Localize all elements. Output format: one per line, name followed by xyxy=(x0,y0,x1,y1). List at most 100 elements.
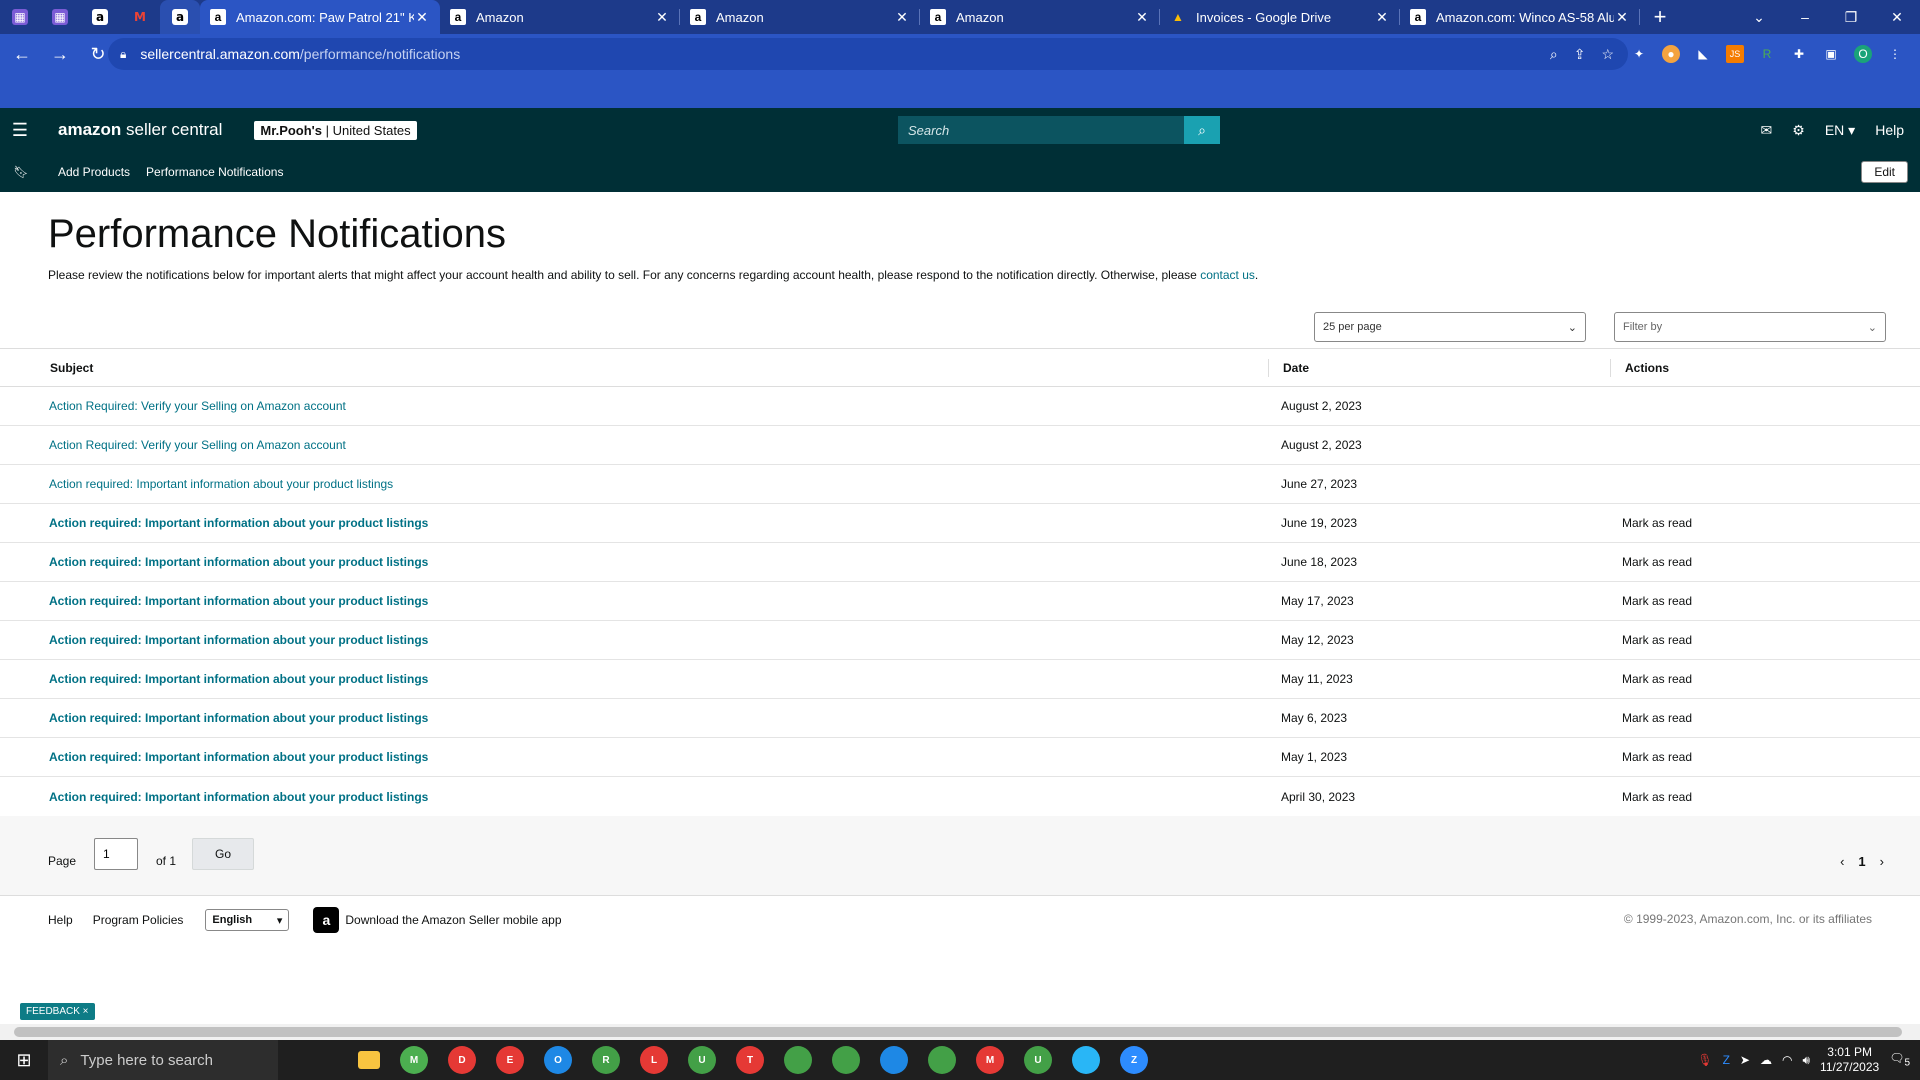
close-icon[interactable]: ✕ xyxy=(894,9,910,26)
notification-subject-link[interactable]: Action Required: Verify your Selling on … xyxy=(0,399,1268,413)
browser-tab[interactable]: a Amazon ✕ xyxy=(440,0,680,34)
mark-as-read-link[interactable]: Mark as read xyxy=(1610,790,1920,804)
extension-icon[interactable]: JS xyxy=(1726,45,1744,63)
search-button[interactable]: ⌕ xyxy=(1184,116,1220,144)
notification-subject-link[interactable]: Action required: Important information a… xyxy=(0,750,1268,764)
telegram-tray-icon[interactable]: ➤ xyxy=(1740,1053,1750,1067)
mark-as-read-link[interactable]: Mark as read xyxy=(1610,594,1920,608)
close-icon[interactable]: ✕ xyxy=(1134,9,1150,26)
taskbar-app-icon[interactable] xyxy=(1072,1046,1100,1074)
volume-icon[interactable]: 🔊︎ xyxy=(1802,1053,1810,1068)
close-window-button[interactable]: ✕ xyxy=(1874,9,1920,26)
taskbar-app-icon[interactable]: R xyxy=(592,1046,620,1074)
go-button[interactable]: Go xyxy=(192,838,254,870)
pinned-tab[interactable]: a xyxy=(160,0,200,34)
taskbar-app-icon[interactable]: D xyxy=(448,1046,476,1074)
notification-subject-link[interactable]: Action required: Important information a… xyxy=(0,790,1268,804)
mark-as-read-link[interactable]: Mark as read xyxy=(1610,750,1920,764)
taskbar-app-icon[interactable]: O xyxy=(544,1046,572,1074)
close-icon[interactable]: ✕ xyxy=(414,9,430,26)
edit-button[interactable]: Edit xyxy=(1861,161,1908,183)
taskbar-app-icon[interactable] xyxy=(832,1046,860,1074)
restore-button[interactable]: ❐ xyxy=(1828,9,1874,26)
language-selector[interactable]: EN ▾ xyxy=(1825,122,1855,139)
hamburger-menu-icon[interactable]: ☰ xyxy=(0,120,40,141)
bookmark-star-icon[interactable]: ☆ xyxy=(1601,46,1614,63)
file-explorer-icon[interactable] xyxy=(358,1051,380,1069)
extension-icon[interactable]: ● xyxy=(1662,45,1680,63)
forward-button[interactable]: → xyxy=(44,38,76,70)
current-page[interactable]: 1 xyxy=(1858,854,1865,869)
mark-as-read-link[interactable]: Mark as read xyxy=(1610,633,1920,647)
extension-icon[interactable]: R xyxy=(1758,45,1776,63)
share-icon[interactable]: ⇪ xyxy=(1574,46,1586,63)
taskbar-app-icon[interactable] xyxy=(928,1046,956,1074)
extension-icon[interactable]: ✦ xyxy=(1630,45,1648,63)
wifi-icon[interactable]: ◠ xyxy=(1782,1053,1792,1067)
taskbar-app-icon[interactable]: T xyxy=(736,1046,764,1074)
taskbar-app-icon[interactable]: U xyxy=(688,1046,716,1074)
seller-central-logo[interactable]: amazon seller central xyxy=(58,120,222,140)
chevron-left-icon[interactable]: ‹ xyxy=(1840,854,1844,869)
taskbar-app-icon[interactable]: L xyxy=(640,1046,668,1074)
side-panel-icon[interactable]: ▣ xyxy=(1822,45,1840,63)
pinned-tab[interactable]: M xyxy=(120,0,160,34)
close-icon[interactable]: ✕ xyxy=(1614,9,1630,26)
notification-subject-link[interactable]: Action required: Important information a… xyxy=(0,594,1268,608)
taskbar-app-icon[interactable]: U xyxy=(1024,1046,1052,1074)
browser-tab[interactable]: a Amazon ✕ xyxy=(920,0,1160,34)
clock[interactable]: 3:01 PM 11/27/2023 xyxy=(1820,1045,1879,1075)
contact-us-link[interactable]: contact us xyxy=(1200,268,1255,282)
browser-tab[interactable]: a Amazon ✕ xyxy=(680,0,920,34)
horizontal-scrollbar[interactable] xyxy=(0,1024,1920,1040)
mark-as-read-link[interactable]: Mark as read xyxy=(1610,555,1920,569)
taskbar-app-icon[interactable]: Z xyxy=(1120,1046,1148,1074)
menu-icon[interactable]: ⋮ xyxy=(1886,45,1904,63)
pinned-tab[interactable]: a xyxy=(80,0,120,34)
store-switcher[interactable]: Mr.Pooh's | United States xyxy=(254,120,417,140)
notification-subject-link[interactable]: Action required: Important information a… xyxy=(0,516,1268,530)
close-icon[interactable]: ✕ xyxy=(1374,9,1390,26)
notification-icon[interactable]: 🗨︎5 xyxy=(1889,1051,1910,1068)
minimize-button[interactable]: – xyxy=(1782,9,1828,25)
page-number-input[interactable] xyxy=(94,838,138,870)
profile-avatar[interactable]: O xyxy=(1854,45,1872,63)
notification-subject-link[interactable]: Action required: Important information a… xyxy=(0,672,1268,686)
back-button[interactable]: ← xyxy=(6,38,38,70)
pinned-tab[interactable]: ▦ xyxy=(0,0,40,34)
browser-tab[interactable]: ▲ Invoices - Google Drive ✕ xyxy=(1160,0,1400,34)
puzzle-icon[interactable]: ✚ xyxy=(1790,45,1808,63)
program-policies-link[interactable]: Program Policies xyxy=(93,913,184,927)
taskbar-app-icon[interactable]: M xyxy=(400,1046,428,1074)
mark-as-read-link[interactable]: Mark as read xyxy=(1610,672,1920,686)
taskbar-app-icon[interactable] xyxy=(784,1046,812,1074)
gear-icon[interactable]: ⚙ xyxy=(1792,122,1805,139)
help-link[interactable]: Help xyxy=(1875,122,1904,138)
notification-subject-link[interactable]: Action required: Important information a… xyxy=(0,711,1268,725)
tab-search-icon[interactable]: ⌄ xyxy=(1736,9,1782,26)
new-tab-button[interactable]: + xyxy=(1640,4,1680,30)
footer-help-link[interactable]: Help xyxy=(48,913,73,927)
drive-tray-icon[interactable]: ☁ xyxy=(1760,1053,1772,1067)
chevron-right-icon[interactable]: › xyxy=(1880,854,1884,869)
header-date[interactable]: Date xyxy=(1268,358,1610,377)
header-subject[interactable]: Subject xyxy=(0,361,1268,375)
mark-as-read-link[interactable]: Mark as read xyxy=(1610,711,1920,725)
search-input[interactable] xyxy=(898,116,1184,144)
notification-subject-link[interactable]: Action Required: Verify your Selling on … xyxy=(0,438,1268,452)
zoom-tray-icon[interactable]: Z xyxy=(1723,1053,1730,1067)
zoom-icon[interactable]: ⌕ xyxy=(1550,46,1558,63)
url-bar[interactable]: 🔒︎ sellercentral.amazon.com/performance/… xyxy=(108,38,1628,70)
language-select[interactable]: English ▾ xyxy=(205,909,290,931)
feedback-button[interactable]: FEEDBACK × xyxy=(20,1003,95,1020)
browser-tab[interactable]: a Amazon.com: Paw Patrol 21" Kid ✕ xyxy=(200,0,440,34)
nav-add-products[interactable]: Add Products xyxy=(58,165,130,179)
windows-start-icon[interactable]: ⊞ xyxy=(0,1050,48,1071)
notification-subject-link[interactable]: Action required: Important information a… xyxy=(0,555,1268,569)
nav-performance-notifications[interactable]: Performance Notifications xyxy=(146,165,283,179)
taskbar-app-icon[interactable]: M xyxy=(976,1046,1004,1074)
bookmark-icon[interactable]: 🔖︎ xyxy=(0,165,42,179)
filter-select[interactable]: Filter by ⌄ xyxy=(1614,312,1886,342)
mark-as-read-link[interactable]: Mark as read xyxy=(1610,516,1920,530)
download-app-link[interactable]: Download the Amazon Seller mobile app xyxy=(345,913,561,927)
